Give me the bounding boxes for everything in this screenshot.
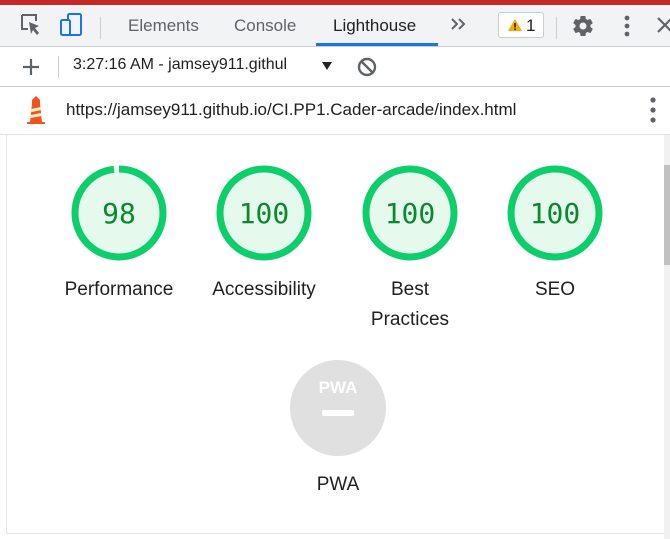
performance-score-gauge: 98 xyxy=(71,165,167,261)
report-url-bar: https://jamsey911.github.io/CI.PP1.Cader… xyxy=(0,87,670,135)
tab-bar-separator xyxy=(100,17,101,39)
accessibility-score-gauge: 100 xyxy=(216,165,312,261)
best-practices-label: Best Practices xyxy=(370,279,450,330)
warning-icon xyxy=(508,19,522,31)
inspect-element-icon[interactable] xyxy=(18,11,44,39)
lighthouse-logo-icon xyxy=(27,96,45,124)
best-practices-score: 100 xyxy=(385,197,436,230)
gauge-seo[interactable]: 100 SEO xyxy=(485,165,625,305)
close-devtools-icon[interactable] xyxy=(656,14,670,36)
gauge-accessibility[interactable]: 100 Accessibility xyxy=(194,165,334,305)
tab-bar-separator xyxy=(556,17,557,39)
report-dropdown-arrow-icon[interactable] xyxy=(321,61,333,71)
pwa-label: PWA xyxy=(316,474,360,495)
report-scrollbar[interactable] xyxy=(664,135,670,539)
lighthouse-report: 98 Performance 100 Accessibility 100 Bes… xyxy=(6,135,666,534)
devtools-tab-bar: Elements Console Lighthouse 1 xyxy=(0,5,670,47)
settings-gear-icon[interactable] xyxy=(571,14,595,38)
accessibility-label: Accessibility xyxy=(212,279,316,300)
device-toolbar-icon[interactable] xyxy=(58,11,84,39)
gauge-performance[interactable]: 98 Performance xyxy=(49,165,189,305)
clear-reports-icon[interactable] xyxy=(356,56,378,78)
best-practices-score-gauge: 100 xyxy=(362,165,458,261)
warnings-badge[interactable]: 1 xyxy=(498,12,544,38)
report-menu-kebab-icon[interactable] xyxy=(650,97,656,123)
gauge-best-practices[interactable]: 100 Best Practices xyxy=(340,165,480,335)
scrollbar-thumb[interactable] xyxy=(664,165,670,265)
toolbar-separator xyxy=(58,56,59,78)
active-tab-indicator xyxy=(316,43,438,46)
more-tabs-chevron-icon[interactable] xyxy=(449,12,469,36)
accessibility-score: 100 xyxy=(239,197,290,230)
gauge-pwa[interactable]: PWA PWA xyxy=(268,360,408,500)
performance-label: Performance xyxy=(64,279,174,300)
tab-console[interactable]: Console xyxy=(234,5,296,46)
more-options-kebab-icon[interactable] xyxy=(624,15,630,37)
report-selector[interactable]: 3:27:16 AM - jamsey911.githul xyxy=(73,56,316,78)
tab-elements[interactable]: Elements xyxy=(128,5,199,46)
pwa-badge-gauge: PWA xyxy=(290,360,386,456)
pwa-badge-text: PWA xyxy=(319,378,358,397)
pwa-dash-icon xyxy=(322,410,354,416)
performance-score: 98 xyxy=(102,197,136,230)
seo-score-gauge: 100 xyxy=(507,165,603,261)
new-report-plus-icon[interactable] xyxy=(20,56,42,78)
warnings-count: 1 xyxy=(526,16,536,35)
seo-score: 100 xyxy=(530,197,581,230)
report-url[interactable]: https://jamsey911.github.io/CI.PP1.Cader… xyxy=(66,100,516,120)
lighthouse-toolbar: 3:27:16 AM - jamsey911.githul xyxy=(0,47,670,87)
tab-lighthouse[interactable]: Lighthouse xyxy=(333,5,416,46)
seo-label: SEO xyxy=(534,279,576,300)
